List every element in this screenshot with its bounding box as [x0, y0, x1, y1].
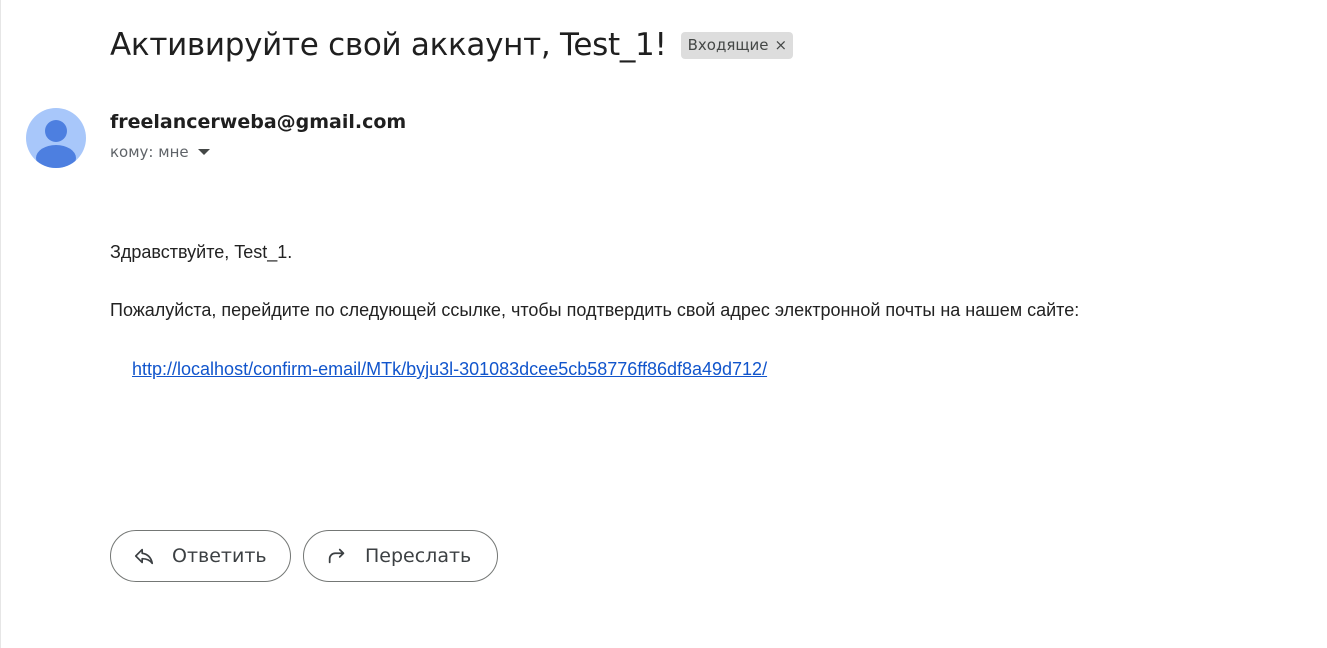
- sender-avatar[interactable]: [26, 108, 86, 168]
- pane-left-border: [0, 0, 1, 648]
- forward-label: Переслать: [365, 545, 472, 567]
- sender-email: freelancerweba@gmail.com: [110, 111, 407, 133]
- chevron-down-icon[interactable]: [197, 149, 210, 155]
- remove-label-icon[interactable]: ×: [774, 37, 787, 53]
- recipient-row: кому: мне: [110, 143, 210, 161]
- forward-icon: [325, 544, 349, 568]
- reply-button[interactable]: Ответить: [110, 530, 291, 582]
- email-subject: Активируйте свой аккаунт, Test_1!: [110, 27, 667, 63]
- email-instruction: Пожалуйста, перейдите по следующей ссылк…: [110, 300, 1080, 320]
- subject-row: Активируйте свой аккаунт, Test_1! Входящ…: [110, 24, 794, 66]
- reply-icon: [132, 544, 156, 568]
- confirm-email-link[interactable]: http://localhost/confirm-email/MTk/byju3…: [132, 359, 767, 380]
- person-avatar-icon: [36, 120, 76, 168]
- inbox-label-chip[interactable]: Входящие ×: [680, 31, 794, 59]
- forward-button[interactable]: Переслать: [303, 530, 498, 582]
- inbox-label-text: Входящие: [687, 36, 769, 54]
- recipient-text: кому: мне: [110, 143, 189, 161]
- reply-label: Ответить: [172, 545, 267, 567]
- email-greeting: Здравствуйте, Test_1.: [110, 242, 293, 262]
